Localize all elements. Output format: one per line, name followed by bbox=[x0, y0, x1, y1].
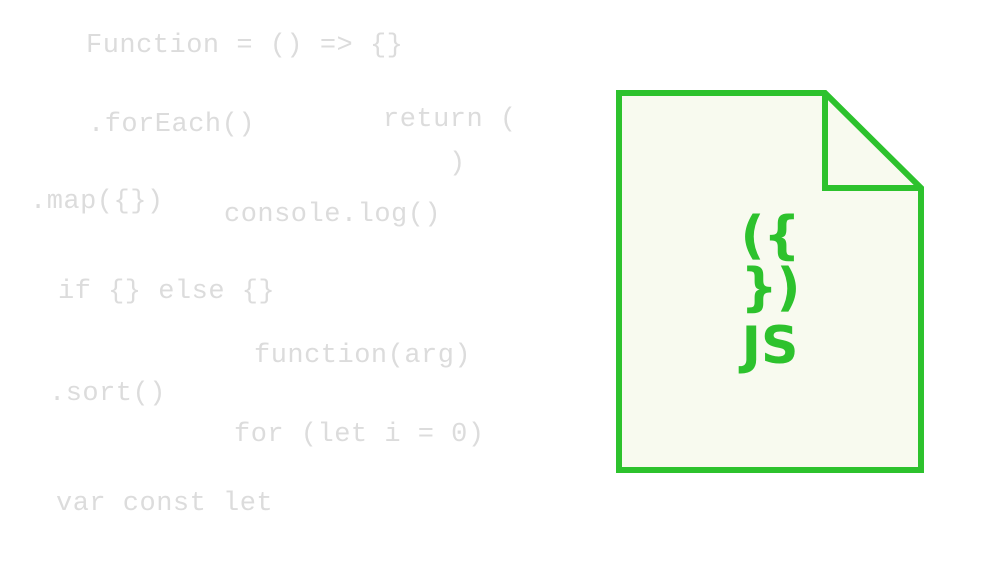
code-snippet-console-log: console.log() bbox=[224, 200, 442, 230]
code-snippet-map: .map({}) bbox=[30, 187, 164, 217]
code-snippet-function-arg: function(arg) bbox=[254, 341, 472, 371]
code-snippet-close-paren: ) bbox=[449, 149, 466, 179]
code-snippet-function-arrow: Function = () => {} bbox=[86, 31, 404, 61]
code-snippet-var-const-let: var const let bbox=[56, 489, 274, 519]
code-snippet-for-loop: for (let i = 0) bbox=[234, 420, 485, 450]
code-snippet-return: return ( bbox=[383, 105, 517, 135]
code-snippet-foreach: .forEach() bbox=[88, 110, 256, 140]
file-symbol: ({ }) bbox=[740, 206, 801, 318]
file-language-label: JS bbox=[741, 316, 799, 376]
code-snippet-if-else: if {} else {} bbox=[58, 277, 276, 307]
code-snippet-sort: .sort() bbox=[49, 379, 166, 409]
